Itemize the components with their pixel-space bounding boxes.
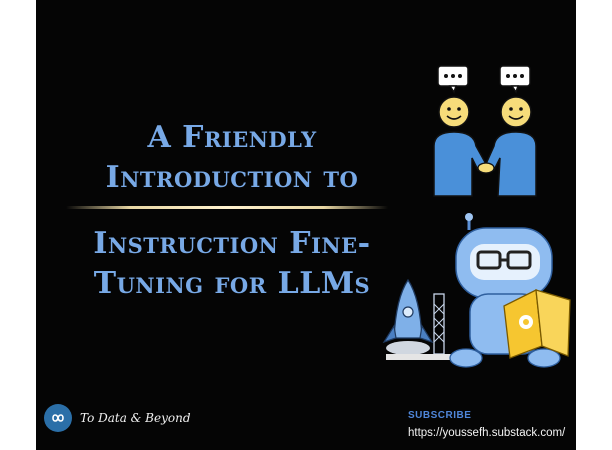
title-line-4: Tuning for LLMs [93, 266, 371, 301]
infinity-logo-icon [44, 404, 72, 432]
handshake-people-icon [433, 65, 537, 197]
speech-bubble-left-icon [437, 65, 469, 94]
title-line-2: Introduction to [105, 160, 359, 195]
title-line-1: A Friendly [147, 120, 317, 155]
title-line-3: Instruction Fine- [93, 226, 371, 261]
speech-bubble-right-icon [499, 65, 531, 94]
subscribe-link[interactable]: https://youssefh.substack.com/ [408, 427, 565, 439]
brand[interactable]: To Data & Beyond [44, 404, 191, 432]
subscribe-label: SUBSCRIBE [408, 410, 472, 421]
brand-name: To Data & Beyond [80, 411, 191, 425]
cover-card: A Friendly Introduction to Instruction F… [36, 0, 576, 450]
rocket-icon [382, 278, 466, 360]
robot-reading-book-icon [382, 213, 571, 368]
title-top: A Friendly Introduction to [62, 118, 402, 198]
